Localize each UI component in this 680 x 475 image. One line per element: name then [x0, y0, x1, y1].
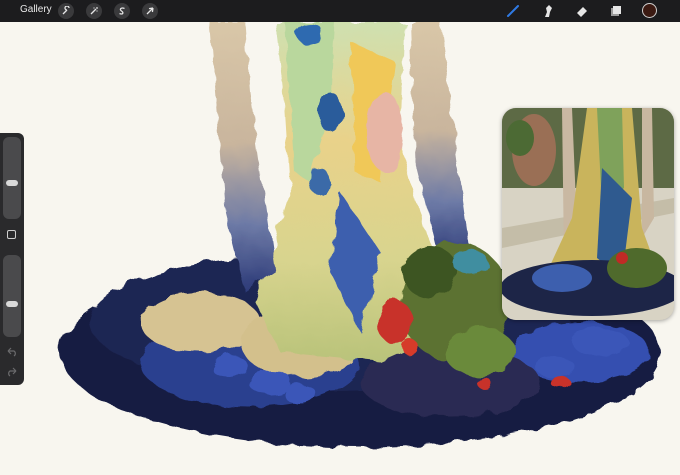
magic-wand-icon — [90, 7, 98, 15]
gallery-button[interactable]: Gallery — [20, 4, 52, 15]
opacity-handle[interactable] — [6, 301, 18, 307]
selection-button[interactable] — [114, 3, 130, 19]
opacity-slider[interactable] — [3, 255, 21, 337]
actions-button[interactable] — [58, 3, 74, 19]
left-sidebar — [0, 133, 24, 385]
modify-button[interactable] — [7, 230, 16, 239]
brush-tool-button[interactable] — [505, 3, 521, 19]
arrow-cursor-icon — [146, 7, 154, 15]
smudge-icon — [545, 5, 552, 17]
reference-photo-image — [502, 108, 674, 320]
undo-arrow-icon[interactable] — [6, 347, 18, 357]
brush-size-slider[interactable] — [3, 137, 21, 219]
transform-button[interactable] — [142, 3, 158, 19]
smudge-tool-button[interactable] — [540, 3, 556, 19]
redo-arrow-icon[interactable] — [6, 367, 18, 377]
top-toolbar: Gallery — [0, 0, 680, 22]
selection-s-icon — [119, 7, 125, 15]
color-picker-button[interactable] — [642, 3, 657, 18]
eraser-icon — [577, 7, 587, 17]
eraser-tool-button[interactable] — [574, 3, 590, 19]
adjustments-button[interactable] — [86, 3, 102, 19]
wrench-icon — [62, 6, 70, 15]
brush-size-handle[interactable] — [6, 180, 18, 186]
brush-icon — [507, 5, 519, 17]
reference-window[interactable] — [502, 108, 674, 320]
layers-button[interactable] — [608, 3, 624, 19]
layers-icon — [611, 6, 621, 16]
